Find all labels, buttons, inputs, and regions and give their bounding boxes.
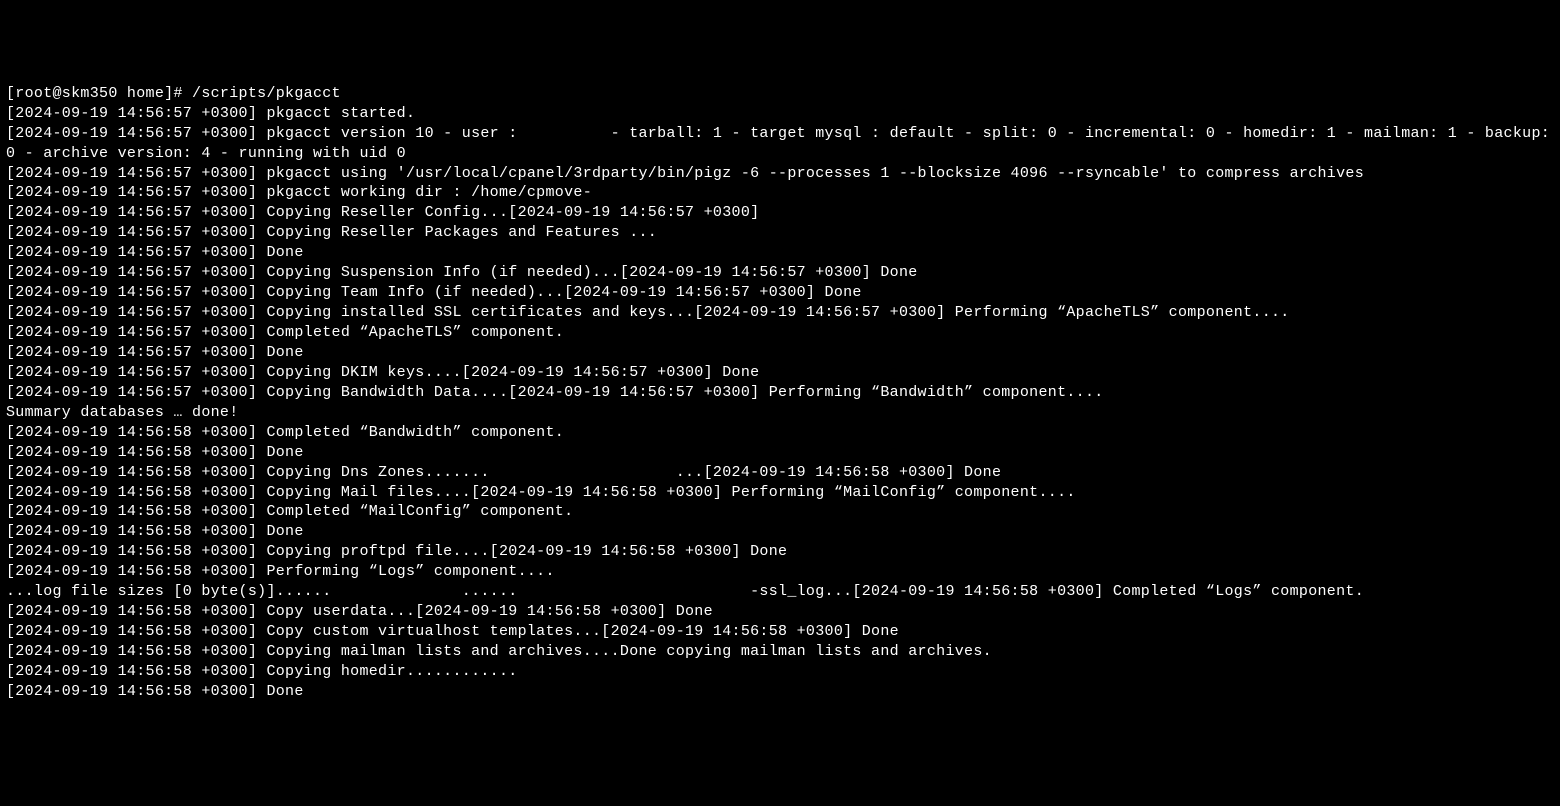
log-line: [2024-09-19 14:56:57 +0300] Copying DKIM… xyxy=(6,363,1554,383)
log-line: [2024-09-19 14:56:57 +0300] pkgacct vers… xyxy=(6,124,1554,164)
log-line: [2024-09-19 14:56:57 +0300] Copying inst… xyxy=(6,303,1554,323)
log-line: [2024-09-19 14:56:57 +0300] Copying Team… xyxy=(6,283,1554,303)
log-line: [2024-09-19 14:56:57 +0300] pkgacct work… xyxy=(6,183,1554,203)
log-line: [2024-09-19 14:56:57 +0300] Copying Band… xyxy=(6,383,1554,403)
log-line: [2024-09-19 14:56:58 +0300] Completed “M… xyxy=(6,502,1554,522)
log-line: [2024-09-19 14:56:57 +0300] Copying Rese… xyxy=(6,203,1554,223)
log-line: [2024-09-19 14:56:57 +0300] Copying Susp… xyxy=(6,263,1554,283)
log-line: [2024-09-19 14:56:57 +0300] pkgacct star… xyxy=(6,104,1554,124)
log-line: ...log file sizes [0 byte(s)]...... ....… xyxy=(6,582,1554,602)
terminal-output[interactable]: [root@skm350 home]# /scripts/pkgacct[202… xyxy=(6,84,1554,702)
log-line: [2024-09-19 14:56:58 +0300] Done xyxy=(6,682,1554,702)
log-line: [2024-09-19 14:56:58 +0300] Performing “… xyxy=(6,562,1554,582)
log-line: [2024-09-19 14:56:58 +0300] Completed “B… xyxy=(6,423,1554,443)
log-line: [2024-09-19 14:56:57 +0300] pkgacct usin… xyxy=(6,164,1554,184)
log-line: Summary databases … done! xyxy=(6,403,1554,423)
log-line: [2024-09-19 14:56:58 +0300] Copying Mail… xyxy=(6,483,1554,503)
log-line: [2024-09-19 14:56:58 +0300] Copy userdat… xyxy=(6,602,1554,622)
log-line: [2024-09-19 14:56:58 +0300] Copy custom … xyxy=(6,622,1554,642)
log-line: [2024-09-19 14:56:58 +0300] Copying mail… xyxy=(6,642,1554,662)
log-line: [2024-09-19 14:56:58 +0300] Done xyxy=(6,443,1554,463)
log-line: [2024-09-19 14:56:57 +0300] Copying Rese… xyxy=(6,223,1554,243)
log-line: [2024-09-19 14:56:58 +0300] Copying prof… xyxy=(6,542,1554,562)
log-line: [2024-09-19 14:56:57 +0300] Done xyxy=(6,343,1554,363)
shell-prompt: [root@skm350 home]# /scripts/pkgacct xyxy=(6,84,1554,104)
log-line: [2024-09-19 14:56:58 +0300] Copying home… xyxy=(6,662,1554,682)
log-line: [2024-09-19 14:56:57 +0300] Completed “A… xyxy=(6,323,1554,343)
log-line: [2024-09-19 14:56:58 +0300] Copying Dns … xyxy=(6,463,1554,483)
log-line: [2024-09-19 14:56:57 +0300] Done xyxy=(6,243,1554,263)
log-line: [2024-09-19 14:56:58 +0300] Done xyxy=(6,522,1554,542)
